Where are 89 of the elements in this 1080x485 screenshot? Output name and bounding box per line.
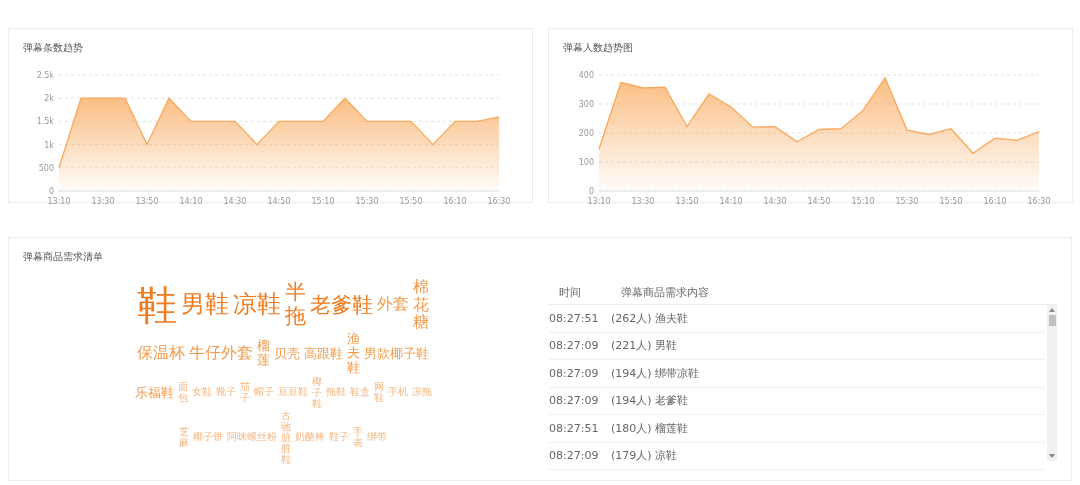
axis-label: 15:50 [399, 197, 423, 206]
cloud-word: 棉花糖 [413, 278, 429, 331]
column-header: 时间 [558, 284, 582, 300]
axis-label: 16:10 [443, 197, 467, 206]
cloud-word: 靴子 [215, 387, 236, 398]
content-cell-text: (262人) 渔夫鞋 [611, 310, 690, 326]
content-cell-text: (194人) 绑带凉鞋 [611, 365, 701, 381]
cloud-word: 老爹鞋 [310, 293, 373, 316]
axis-label: 0 [588, 187, 594, 196]
cloud-word: 乐福鞋 [134, 385, 174, 400]
cloud-word: 网鞋 [373, 381, 384, 404]
content-cell-text: (194人) 老爹鞋 [611, 393, 690, 409]
time-cell-text: 08:27:09 [549, 366, 600, 380]
axis-label: 300 [578, 100, 594, 109]
cloud-word: 芝麻 [179, 426, 189, 449]
cloud-word: 榴莲 [257, 339, 270, 368]
axis-label: 14:50 [267, 197, 291, 206]
cloud-word: 半拖 [285, 281, 306, 328]
cloud-word: 奶酪棒 [295, 432, 325, 443]
axis-label: 15:50 [939, 197, 963, 206]
axis-label: 14:10 [179, 197, 203, 206]
axis-label: 13:10 [47, 197, 71, 206]
time-cell-text: 08:27:09 [549, 394, 600, 408]
chart-title: 弹幕人数趋势图 [563, 41, 634, 55]
axis-label: 15:30 [895, 197, 919, 206]
cloud-word: 高跟鞋 [304, 346, 343, 361]
cloud-word: 椰子饼 [193, 432, 223, 443]
cloud-word: 椰子鞋 [311, 375, 322, 409]
content-cell-text: (180人) 榴莲鞋 [611, 420, 690, 436]
time-cell-text: 08:27:09 [549, 449, 600, 463]
axis-label: 14:50 [807, 197, 831, 206]
axis-label: 13:30 [91, 197, 115, 206]
content-cell-text: (179人) 凉鞋 [611, 448, 679, 464]
cloud-word: 贝壳 [274, 346, 300, 361]
scroll-up-icon[interactable] [1049, 308, 1055, 312]
scrollbar[interactable] [1047, 305, 1057, 461]
cloud-word: 凉拖 [411, 387, 432, 398]
cloud-word: 保温杯 [137, 345, 185, 362]
axis-label: 500 [38, 163, 54, 173]
axis-label: 100 [578, 158, 594, 167]
time-cell-text: 08:27:51 [549, 421, 600, 435]
cloud-word: 鞋 [137, 283, 177, 326]
cloud-word: 帽子 [253, 387, 274, 398]
axis-label: 0 [48, 187, 54, 196]
axis-label: 13:50 [675, 197, 699, 206]
axis-label: 13:50 [135, 197, 159, 206]
cloud-word: 男鞋 [181, 291, 229, 318]
axis-label: 2.5k [36, 71, 54, 80]
cloud-word: 豆豆鞋 [277, 387, 308, 398]
cloud-word: 绑带 [367, 432, 387, 443]
cloud-word: 面包 [177, 381, 188, 404]
cloud-word: 手表 [353, 426, 363, 449]
axis-label: 14:30 [763, 197, 787, 206]
content-cell-text: (221人) 男鞋 [611, 338, 679, 354]
axis-label: 2k [44, 94, 54, 104]
axis-label: 1k [44, 140, 54, 150]
cloud-word: 阿咪螺丝粉 [227, 432, 277, 443]
time-cell-text: 08:27:09 [549, 339, 600, 353]
cloud-word: 鞋子 [329, 432, 349, 443]
axis-label: 13:10 [587, 197, 611, 206]
time-cell-text: 08:27:51 [549, 311, 600, 325]
cloud-word: 女鞋 [191, 387, 212, 398]
axis-label: 14:30 [223, 197, 247, 206]
axis-label: 15:10 [311, 197, 335, 206]
axis-label: 400 [578, 71, 594, 80]
cloud-word: 手机 [387, 387, 408, 398]
cloud-word: 牛仔外套 [189, 345, 253, 362]
axis-label: 13:30 [631, 197, 655, 206]
axis-label: 16:30 [487, 197, 511, 206]
cloud-word: 外套 [377, 296, 409, 313]
cloud-word: 古驰脏脏鞋 [281, 409, 291, 465]
scroll-thumb[interactable] [1048, 315, 1056, 326]
panel-title: 弹幕商品需求清单 [23, 250, 104, 264]
axis-label: 1.5k [36, 117, 54, 127]
axis-label: 16:10 [983, 197, 1007, 206]
column-header: 弹幕商品需求内容 [621, 284, 710, 300]
cloud-word: 渔夫鞋 [347, 331, 360, 375]
cloud-word: 凉鞋 [233, 291, 281, 318]
axis-label: 200 [578, 129, 594, 138]
cloud-word: 拖鞋 [325, 387, 346, 398]
axis-label: 14:10 [719, 197, 743, 206]
chart-title: 弹幕条数趋势 [23, 41, 84, 55]
axis-label: 16:30 [1027, 197, 1051, 206]
axis-label: 15:30 [355, 197, 379, 206]
axis-label: 15:10 [851, 197, 875, 206]
scroll-down-icon[interactable] [1049, 454, 1055, 458]
cloud-word: 男款椰子鞋 [364, 346, 429, 361]
cloud-word: 鞋盒 [349, 387, 370, 398]
cloud-word: 茄子 [239, 381, 250, 404]
